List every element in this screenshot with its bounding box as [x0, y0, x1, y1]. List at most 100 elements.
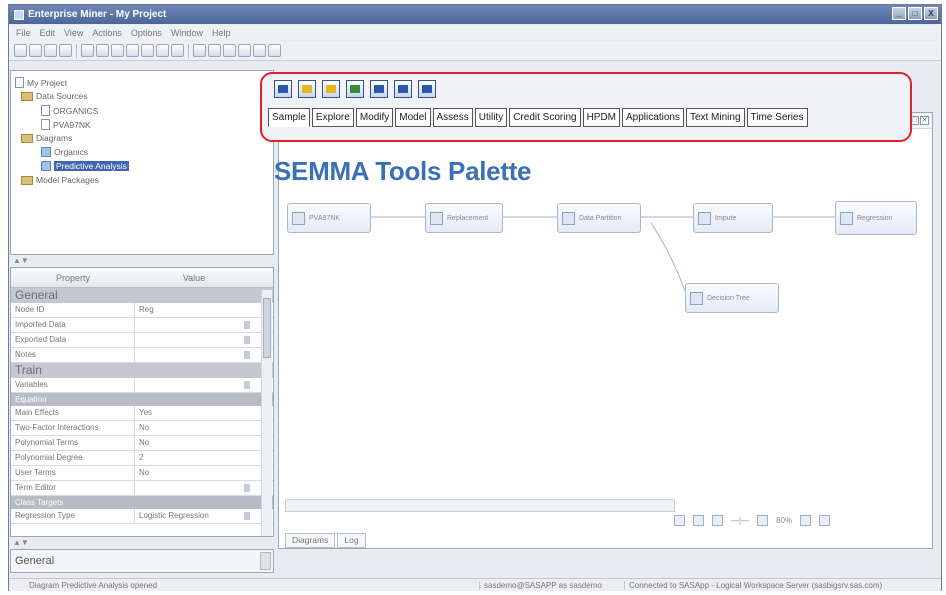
select-icon[interactable] — [674, 515, 685, 526]
property-row[interactable]: User Terms No — [11, 466, 273, 481]
filter-icon[interactable] — [346, 80, 364, 98]
property-row[interactable]: Polynomial Degree 2 — [11, 451, 273, 466]
menu-edit[interactable]: Edit — [40, 28, 56, 38]
property-row[interactable]: Two-Factor Interactions No — [11, 421, 273, 436]
property-value[interactable]: No — [135, 466, 253, 480]
property-value[interactable] — [135, 378, 253, 392]
tree-item-diagrams[interactable]: Diagrams — [21, 133, 72, 143]
tab-model[interactable]: Model — [395, 108, 431, 127]
tree-item-predictive-analysis[interactable]: Predictive Analysis — [41, 161, 129, 171]
tree-item-model-packages[interactable]: Model Packages — [21, 175, 99, 185]
property-value[interactable]: Logistic Regression — [135, 509, 253, 523]
library-icon[interactable] — [223, 44, 236, 57]
property-value[interactable] — [135, 481, 253, 495]
grid-icon[interactable] — [800, 515, 812, 526]
section-class-targets[interactable]: Class Targets — [11, 496, 273, 509]
section-general[interactable]: General — [11, 288, 273, 303]
menu-file[interactable]: File — [16, 28, 31, 38]
property-row[interactable]: Regression Type Logistic Regression — [11, 509, 273, 524]
zoom-in-icon[interactable] — [757, 515, 769, 526]
merge-icon[interactable] — [394, 80, 412, 98]
property-value[interactable]: No — [135, 436, 253, 450]
grid-icon[interactable] — [111, 44, 124, 57]
flow-node-regression[interactable]: Regression — [835, 201, 917, 235]
file-import-icon[interactable] — [322, 80, 340, 98]
stop-icon[interactable] — [171, 44, 184, 57]
tree-item-pva97nk[interactable]: PVA97NK — [41, 119, 91, 130]
flow-node-data-partition[interactable]: Data Partition — [557, 203, 641, 233]
results-icon[interactable] — [96, 44, 109, 57]
menu-window[interactable]: Window — [171, 28, 203, 38]
tab-hpdm[interactable]: HPDM — [582, 108, 621, 127]
menu-view[interactable]: View — [64, 28, 83, 38]
settings-icon[interactable] — [208, 44, 221, 57]
property-row[interactable]: Imported Data — [11, 318, 273, 333]
tree-item-data-sources[interactable]: Data Sources — [21, 91, 88, 101]
description-scrollbar[interactable] — [260, 552, 271, 570]
diagram-horizontal-scrollbar[interactable] — [285, 499, 675, 512]
report-icon[interactable] — [141, 44, 154, 57]
section-train[interactable]: Train — [11, 363, 273, 378]
tab-log[interactable]: Log — [337, 533, 366, 548]
property-row[interactable]: Polynomial Terms No — [11, 436, 273, 451]
print-icon[interactable] — [253, 44, 266, 57]
menu-help[interactable]: Help — [212, 28, 231, 38]
zoom-slider[interactable]: —|— — [731, 516, 749, 525]
layout-icon[interactable] — [712, 515, 723, 526]
flow-node-input-data[interactable]: PVA97NK — [287, 203, 371, 233]
close-button[interactable]: X — [924, 7, 938, 20]
sample-icon[interactable] — [418, 80, 436, 98]
chart-icon[interactable] — [126, 44, 139, 57]
print-icon[interactable] — [819, 515, 831, 526]
property-row[interactable]: Node ID Reg — [11, 303, 273, 318]
panel-splitter[interactable]: ▲▼ — [10, 538, 274, 548]
property-row[interactable]: Exported Data — [11, 333, 273, 348]
tree-item-organics[interactable]: ORGANICS — [41, 105, 98, 116]
tab-time-series[interactable]: Time Series — [746, 108, 808, 127]
tab-credit-scoring[interactable]: Credit Scoring — [509, 108, 581, 127]
scroll-thumb[interactable] — [263, 298, 271, 358]
tab-modify[interactable]: Modify — [355, 108, 394, 127]
property-row[interactable]: Notes — [11, 348, 273, 363]
minimize-button[interactable]: _ — [892, 7, 906, 20]
paste-icon[interactable] — [44, 44, 57, 57]
menu-actions[interactable]: Actions — [92, 28, 122, 38]
data-partition-icon[interactable] — [298, 80, 316, 98]
section-equation[interactable]: Equation — [11, 393, 273, 406]
tab-explore[interactable]: Explore — [311, 108, 354, 127]
property-value[interactable]: Yes — [135, 406, 253, 420]
property-row[interactable]: Term Editor — [11, 481, 273, 496]
export-icon[interactable] — [156, 44, 169, 57]
code-icon[interactable] — [193, 44, 206, 57]
menu-options[interactable]: Options — [131, 28, 162, 38]
tree-item-my-project[interactable]: My Project — [15, 77, 67, 88]
append-icon[interactable] — [274, 80, 292, 98]
new-icon[interactable] — [14, 44, 27, 57]
user-icon[interactable] — [238, 44, 251, 57]
property-row[interactable]: Variables — [11, 378, 273, 393]
delete-icon[interactable] — [59, 44, 72, 57]
input-data-icon[interactable] — [370, 80, 388, 98]
help-icon[interactable] — [268, 44, 281, 57]
panel-splitter[interactable]: ▲▼ — [10, 257, 274, 266]
copy-icon[interactable] — [29, 44, 42, 57]
properties-scrollbar[interactable] — [261, 290, 272, 536]
tab-text-mining[interactable]: Text Mining — [685, 108, 745, 127]
tree-item-organics-diagram[interactable]: Organics — [41, 147, 88, 157]
property-value[interactable] — [135, 348, 253, 362]
run-icon[interactable] — [81, 44, 94, 57]
flow-node-decision-tree[interactable]: Decision Tree — [685, 283, 779, 313]
property-value[interactable] — [135, 333, 253, 347]
maximize-button[interactable]: □ — [908, 7, 922, 20]
property-column-header[interactable]: Property — [11, 273, 135, 283]
tab-assess[interactable]: Assess — [432, 108, 473, 127]
tab-diagrams[interactable]: Diagrams — [285, 533, 336, 548]
tab-sample[interactable]: Sample — [268, 108, 310, 127]
fit-icon[interactable] — [693, 515, 704, 526]
flow-node-impute[interactable]: Impute — [693, 203, 773, 233]
property-value[interactable]: No — [135, 421, 253, 435]
tab-applications[interactable]: Applications — [622, 108, 684, 127]
tab-utility[interactable]: Utility — [474, 108, 508, 127]
property-value[interactable]: 2 — [135, 451, 253, 465]
property-value[interactable] — [135, 318, 253, 332]
